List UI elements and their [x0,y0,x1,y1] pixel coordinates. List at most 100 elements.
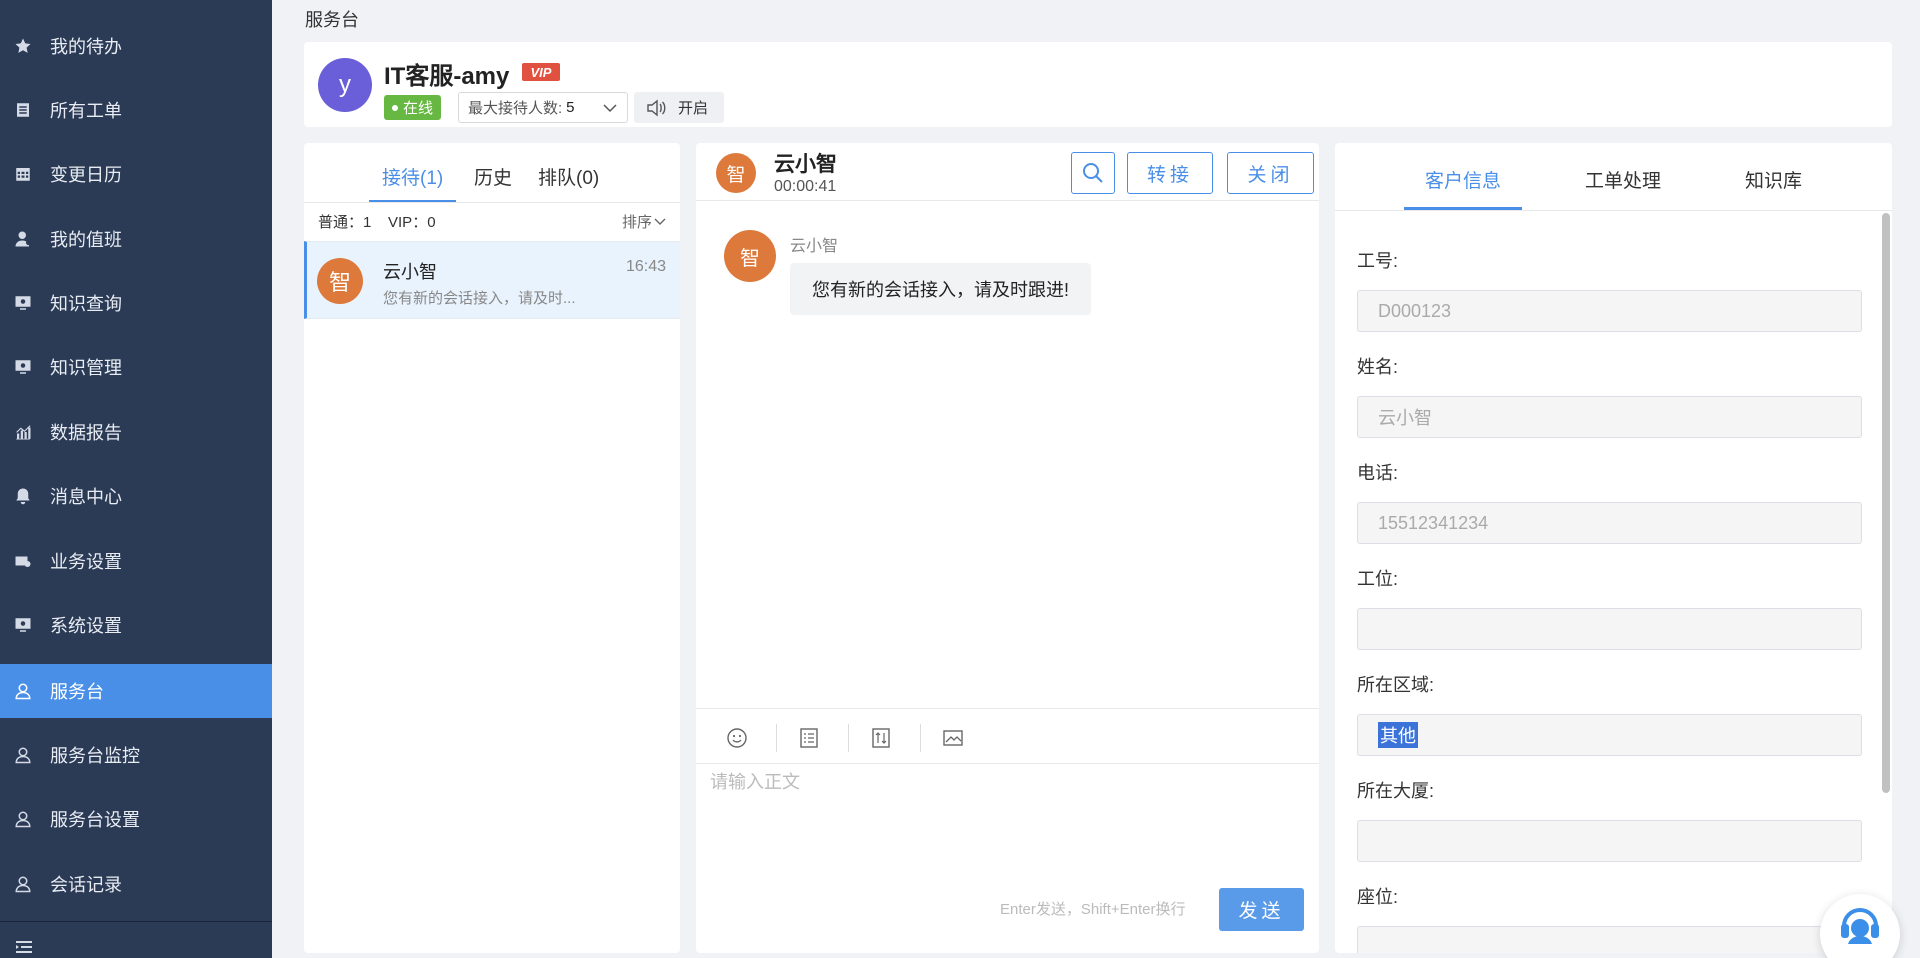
session-list-panel: 接待(1) 历史 排队(0) 普通：1 VIP：0 排序 智 云小智 16:43… [304,143,680,953]
info-tabs: 客户信息 工单处理 知识库 [1335,143,1892,211]
employee-id-field[interactable]: D000123 [1357,290,1862,332]
sidebar-item-service-desk-monitor[interactable]: 服务台监控 [0,728,272,782]
sort-button[interactable]: 排序 [622,211,666,232]
status-badge[interactable]: 在线 [384,95,442,120]
sidebar-item-system-settings[interactable]: 系统设置 [0,598,272,652]
sidebar-item-session-records[interactable]: 会话记录 [0,857,272,911]
toolbar-separator [920,724,921,752]
user-icon [14,230,32,248]
sidebar-item-change-calendar[interactable]: 变更日历 [0,147,272,201]
tab-ticket-handling[interactable]: 工单处理 [1585,166,1661,193]
sidebar-item-knowledge-query[interactable]: 知识查询 [0,276,272,330]
sidebar: 我的待办 所有工单 变更日历 我的值班 知识查询 知识管理 数据报告 消息中心 … [0,0,272,958]
message-bubble: 您有新的会话接入，请及时跟进! [790,263,1091,315]
calendar-icon [14,165,32,183]
sidebar-item-all-tickets[interactable]: 所有工单 [0,83,272,137]
sidebar-item-label: 变更日历 [50,165,122,185]
chevron-down-icon [654,218,666,225]
active-tab-indicator [1404,207,1522,210]
sidebar-item-service-desk[interactable]: 服务台 [0,664,272,718]
session-tabs: 接待(1) 历史 排队(0) [304,143,680,203]
customer-info-panel: 客户信息 工单处理 知识库 工号: D000123 姓名: 云小智 电话: 15… [1335,143,1892,953]
monitor-icon [14,294,32,312]
session-counts: 普通：1 VIP：0 [318,214,436,231]
seat-field[interactable] [1357,926,1862,953]
sidebar-item-label: 数据报告 [50,423,122,443]
tab-border [304,202,680,203]
scrollbar[interactable] [1882,213,1890,793]
sidebar-item-label: 会话记录 [50,875,122,895]
send-hint: Enter发送，Shift+Enter换行 [1000,901,1186,918]
sidebar-item-label: 我的值班 [50,230,122,250]
session-item[interactable]: 智 云小智 16:43 您有新的会话接入，请及时... [304,241,680,319]
agent-avatar: y [318,58,372,112]
session-avatar: 智 [317,258,363,304]
sidebar-item-label: 服务台 [50,682,104,702]
sound-toggle-button[interactable]: 开启 [634,92,724,123]
transfer-data-icon[interactable] [870,727,892,749]
tab-queue[interactable]: 排队(0) [538,163,599,190]
emoji-icon[interactable] [726,727,748,749]
message-input[interactable] [710,768,1300,888]
chat-timer: 00:00:41 [774,178,837,195]
agent-card: y IT客服-amy VIP 在线 最大接待人数: 5 开启 [304,42,1892,127]
list-icon [14,101,32,119]
sidebar-item-label: 我的待办 [50,37,122,57]
image-icon[interactable] [942,727,964,749]
tab-reception[interactable]: 接待(1) [382,163,443,190]
sidebar-item-my-duty[interactable]: 我的值班 [0,212,272,266]
field-label: 工号: [1357,251,1399,271]
phone-field[interactable]: 15512341234 [1357,502,1862,544]
transfer-button[interactable]: 转接 [1127,152,1213,194]
toolbar-separator [848,724,849,752]
max-reception-select[interactable]: 最大接待人数: 5 [458,92,628,123]
chat-avatar: 智 [716,153,756,193]
max-reception-value: 5 [566,99,575,116]
sidebar-item-message-center[interactable]: 消息中心 [0,469,272,523]
field-label: 姓名: [1357,357,1399,377]
toolbar-separator [776,724,777,752]
search-button[interactable] [1071,152,1115,194]
field-value: 其他 [1378,722,1418,748]
person-outline-icon [14,875,32,893]
chat-header: 智 云小智 00:00:41 转接 关闭 [696,143,1319,201]
tab-customer-info[interactable]: 客户信息 [1425,166,1501,193]
close-session-button[interactable]: 关闭 [1227,152,1314,194]
vip-badge: VIP [522,63,560,81]
agent-name: IT客服-amy [384,63,510,90]
collapse-menu-icon[interactable] [14,936,34,958]
sidebar-item-label: 业务设置 [50,552,122,572]
field-label: 电话: [1357,463,1399,483]
sidebar-item-label: 消息中心 [50,487,122,507]
sidebar-item-label: 知识管理 [50,358,122,378]
person-outline-icon [14,682,32,700]
search-icon [1083,163,1103,183]
field-label: 所在大厦: [1357,781,1435,801]
person-outline-icon [14,810,32,828]
bell-icon [14,487,32,505]
workstation-field[interactable] [1357,608,1862,650]
quick-reply-icon[interactable] [798,727,820,749]
name-field[interactable]: 云小智 [1357,396,1862,438]
sidebar-item-service-desk-settings[interactable]: 服务台设置 [0,792,272,846]
chart-icon [14,423,32,441]
building-field[interactable] [1357,820,1862,862]
tab-history[interactable]: 历史 [474,163,512,190]
sidebar-item-label: 系统设置 [50,616,122,636]
sidebar-item-label: 知识查询 [50,294,122,314]
system-icon [14,616,32,634]
field-label: 座位: [1357,887,1399,907]
region-field[interactable]: 其他 [1357,714,1862,756]
business-icon [14,552,32,570]
person-outline-icon [14,746,32,764]
sidebar-item-business-settings[interactable]: 业务设置 [0,534,272,588]
sound-toggle-label: 开启 [678,100,709,117]
chat-toolbar [696,708,1319,764]
sidebar-item-my-todo[interactable]: 我的待办 [0,19,272,73]
sidebar-item-knowledge-manage[interactable]: 知识管理 [0,340,272,394]
sidebar-item-data-report[interactable]: 数据报告 [0,405,272,459]
sidebar-item-label: 服务台设置 [50,810,140,830]
send-button[interactable]: 发送 [1219,888,1304,931]
field-label: 所在区域: [1357,675,1435,695]
tab-knowledge-base[interactable]: 知识库 [1745,166,1802,193]
